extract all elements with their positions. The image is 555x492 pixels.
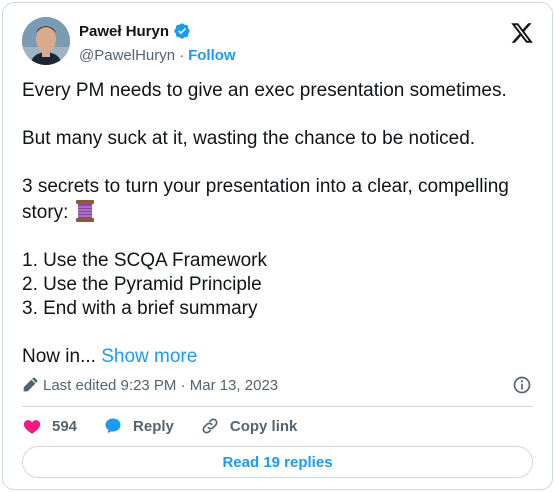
tweet-paragraph: But many suck at it, wasting the chance … <box>22 128 476 149</box>
list-item: 1. Use the SCQA Framework <box>22 250 267 271</box>
info-icon[interactable] <box>512 375 532 395</box>
reply-bubble-icon <box>105 418 121 434</box>
x-logo-icon[interactable] <box>510 21 534 45</box>
list-item: 3. End with a brief summary <box>22 298 258 319</box>
edited-timestamp[interactable]: Last edited 9:23 PM · Mar 13, 2023 <box>43 377 278 394</box>
heart-icon <box>23 420 41 434</box>
reply-button[interactable]: Reply <box>103 416 174 436</box>
separator-dot: · <box>179 46 185 64</box>
tweet-text: Every PM needs to give an exec presentat… <box>22 79 537 369</box>
tweet-paragraph: Every PM needs to give an exec presentat… <box>22 80 507 101</box>
show-more-link[interactable]: Show more <box>101 346 197 367</box>
spool-of-thread-icon <box>75 200 94 222</box>
list-item: 2. Use the Pyramid Principle <box>22 274 262 295</box>
like-button[interactable]: 594 <box>22 416 77 436</box>
truncated-text: Now in... <box>22 346 96 367</box>
reply-label: Reply <box>133 417 174 435</box>
read-replies-button[interactable]: Read 19 replies <box>22 446 533 478</box>
author-name-row: Paweł Huryn <box>79 21 191 41</box>
verified-badge-icon <box>174 23 190 39</box>
author-handle-row: @PawelHuryn · Follow <box>79 45 236 65</box>
avatar[interactable] <box>22 17 70 65</box>
tweet-card: Paweł Huryn @PawelHuryn · Follow Every P… <box>2 2 553 490</box>
like-count: 594 <box>52 417 78 435</box>
divider <box>22 406 533 407</box>
author-name[interactable]: Paweł Huryn <box>79 23 169 40</box>
follow-link[interactable]: Follow <box>188 47 236 64</box>
link-icon <box>202 418 218 434</box>
tweet-list: 1. Use the SCQA Framework 2. Use the Pyr… <box>22 249 537 321</box>
tweet-paragraph-with-emoji: 3 secrets to turn your presentation into… <box>22 175 537 225</box>
edited-timestamp-row: Last edited 9:23 PM · Mar 13, 2023 <box>22 375 278 395</box>
copy-link-button[interactable]: Copy link <box>200 416 298 436</box>
edit-pencil-icon <box>23 377 38 392</box>
author-handle[interactable]: @PawelHuryn <box>79 47 175 64</box>
truncated-paragraph: Now in... Show more <box>22 345 537 369</box>
tweet-actions: 594 Reply Copy link <box>22 416 323 436</box>
copy-link-label: Copy link <box>229 417 298 435</box>
